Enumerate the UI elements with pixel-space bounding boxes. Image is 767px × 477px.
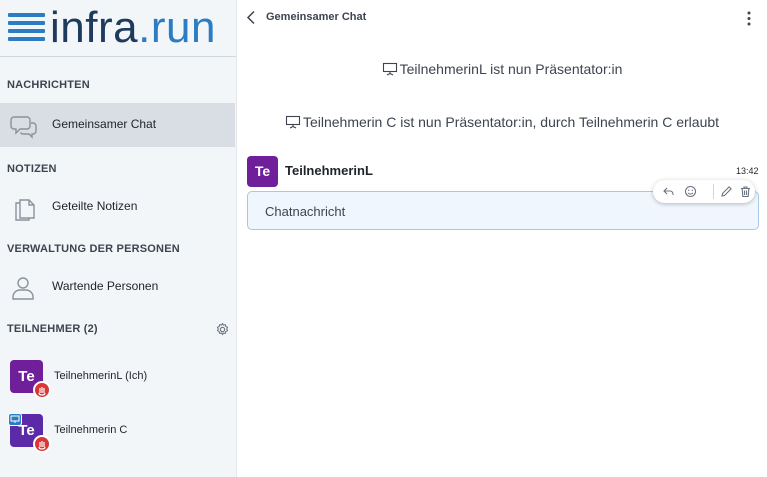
logo-bars-icon xyxy=(8,13,45,43)
sidebar: infra.run NACHRICHTEN Gemeinsamer Chat N… xyxy=(0,0,237,477)
messages-section-title: NACHRICHTEN xyxy=(7,79,90,91)
toolbar-divider xyxy=(713,184,714,199)
system-message: TeilnehmerinL ist nun Präsentator:in xyxy=(237,61,767,77)
message-text: Chatnachricht xyxy=(265,204,346,219)
brand-dot: . xyxy=(138,3,151,52)
sidebar-item-label: Wartende Personen xyxy=(52,279,159,293)
message-toolbar xyxy=(653,180,755,203)
presenter-icon xyxy=(382,62,397,76)
sidebar-item-shared-notes[interactable]: Geteilte Notizen xyxy=(0,185,235,229)
message-author: TeilnehmerinL xyxy=(285,163,373,178)
brand-text: infra.run xyxy=(50,2,216,54)
gear-icon[interactable] xyxy=(215,322,230,337)
notes-icon xyxy=(15,199,35,221)
raised-hand-icon xyxy=(33,435,51,453)
chat-panel: Gemeinsamer Chat TeilnehmerinL ist nun P… xyxy=(237,0,767,477)
participant-item[interactable]: Te TeilnehmerinL (Ich) xyxy=(0,352,235,400)
chat-title: Gemeinsamer Chat xyxy=(266,11,367,23)
raised-hand-icon xyxy=(33,381,51,399)
sidebar-item-waiting-users[interactable]: Wartende Personen xyxy=(0,265,235,309)
system-message-text: Teilnehmerin C ist nun Präsentator:in, d… xyxy=(302,114,720,130)
back-chevron-icon[interactable] xyxy=(245,10,257,25)
sidebar-item-public-chat[interactable]: Gemeinsamer Chat xyxy=(0,103,235,147)
participant-item[interactable]: Te Teilnehmerin C xyxy=(0,407,235,455)
user-icon xyxy=(12,277,34,300)
presenter-icon xyxy=(285,115,301,129)
brand-tld: run xyxy=(150,3,216,52)
emoji-icon[interactable] xyxy=(684,185,697,198)
presenter-icon xyxy=(8,413,22,426)
edit-icon[interactable] xyxy=(720,185,733,198)
system-message: Teilnehmerin C ist nun Präsentator:in, d… xyxy=(237,114,767,130)
brand-name: infra xyxy=(50,3,139,52)
management-section-title: VERWALTUNG DER PERSONEN xyxy=(7,243,180,255)
message-avatar: Te xyxy=(247,156,278,187)
app-logo: infra.run xyxy=(0,0,236,57)
chat-header: Gemeinsamer Chat xyxy=(237,0,767,36)
sidebar-item-label: Geteilte Notizen xyxy=(52,199,138,213)
more-vertical-icon[interactable] xyxy=(742,10,756,27)
participants-section-title: TEILNEHMER (2) xyxy=(7,323,98,335)
reply-icon[interactable] xyxy=(662,185,675,198)
trash-icon[interactable] xyxy=(739,185,752,198)
system-message-text: TeilnehmerinL ist nun Präsentator:in xyxy=(399,61,623,77)
notes-section-title: NOTIZEN xyxy=(7,163,57,175)
message-time: 13:42 xyxy=(736,166,759,176)
participant-name: Teilnehmerin C xyxy=(54,424,128,436)
participant-name: TeilnehmerinL (Ich) xyxy=(54,370,148,382)
chat-bubbles-icon xyxy=(10,116,37,139)
sidebar-item-label: Gemeinsamer Chat xyxy=(52,117,157,131)
